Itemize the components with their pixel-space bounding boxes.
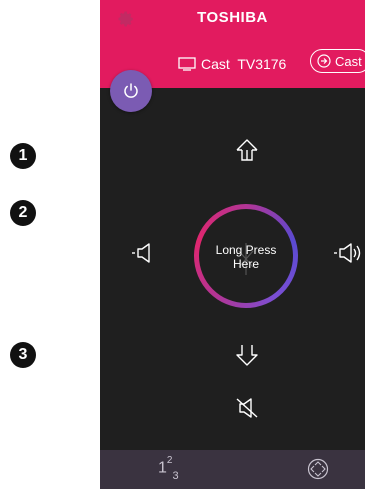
mute-icon[interactable] (234, 396, 260, 420)
numpad-sup: 2 (166, 455, 173, 466)
long-press-label: Long Press Here (199, 243, 293, 271)
top-bar: TOSHIBA (100, 0, 365, 38)
long-press-center: Long Press Here (199, 209, 293, 303)
arrow-up-icon[interactable] (233, 136, 261, 162)
power-button[interactable] (110, 70, 152, 112)
cast-icon (317, 54, 331, 68)
numpad-sub: 3 (172, 469, 179, 482)
device-selector[interactable]: Cast TV3176 (178, 53, 286, 75)
numpad-button[interactable]: 12 3 (158, 455, 179, 482)
directional-pad-icon[interactable] (307, 458, 329, 480)
remote-app: TOSHIBA Cast TV3176 Cast Long Press Here… (100, 0, 365, 489)
numpad-base: 1 (158, 459, 167, 477)
arrow-down-icon[interactable] (233, 343, 261, 369)
callout-1: 1 (10, 143, 36, 169)
power-icon (124, 83, 138, 98)
volume-down-icon[interactable] (130, 241, 158, 265)
volume-up-icon[interactable] (332, 241, 365, 265)
cast-button[interactable]: Cast (310, 49, 365, 73)
callout-2: 2 (10, 200, 36, 226)
callout-3: 3 (10, 342, 36, 368)
tv-icon (178, 57, 196, 71)
long-press-line1: Long Press (215, 243, 277, 257)
device-name: Cast TV3176 (201, 56, 287, 72)
bottom-bar: 12 3 (100, 450, 365, 489)
cast-label: Cast (335, 53, 362, 69)
long-press-button[interactable]: Long Press Here (194, 204, 298, 308)
long-press-line2: Here (232, 257, 259, 271)
brand-logo: TOSHIBA (197, 9, 268, 26)
